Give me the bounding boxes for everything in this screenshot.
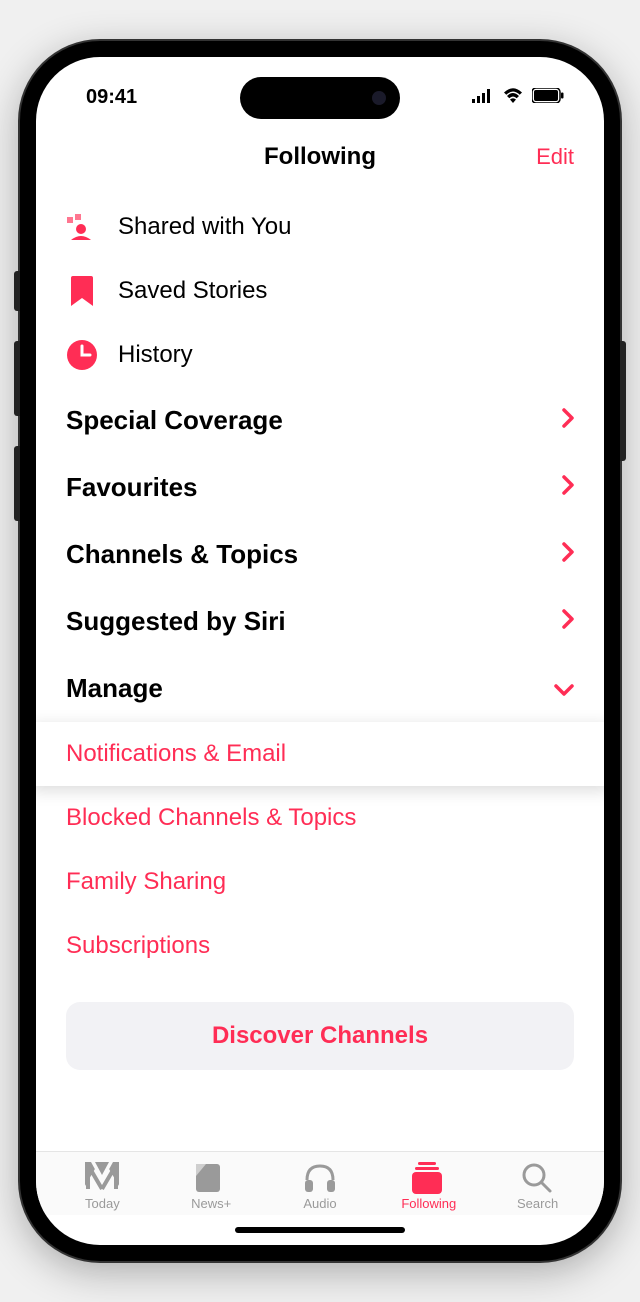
home-indicator[interactable]	[36, 1215, 604, 1245]
wifi-icon	[502, 86, 524, 109]
content: Shared with You Saved Stories History Sp…	[36, 195, 604, 1151]
bookmark-icon	[66, 275, 98, 307]
tab-label: Today	[85, 1196, 120, 1211]
section-suggested-by-siri[interactable]: Suggested by Siri	[36, 588, 604, 655]
edit-button[interactable]: Edit	[536, 144, 574, 170]
chevron-right-icon	[562, 475, 574, 501]
tab-label: Search	[517, 1196, 558, 1211]
section-manage[interactable]: Manage	[36, 655, 604, 722]
tab-bar: Today News+ Audio Following	[36, 1151, 604, 1215]
chevron-right-icon	[562, 609, 574, 635]
history-label: History	[118, 341, 574, 369]
manage-notifications-email[interactable]: Notifications & Email	[36, 722, 604, 786]
chevron-right-icon	[562, 542, 574, 568]
hw-buttons-left	[14, 271, 20, 551]
discover-channels-button[interactable]: Discover Channels	[66, 1002, 574, 1070]
tab-label: News+	[191, 1196, 231, 1211]
manage-item-label: Subscriptions	[66, 932, 210, 959]
manage-family-sharing[interactable]: Family Sharing	[36, 850, 604, 914]
tab-news-plus[interactable]: News+	[157, 1162, 266, 1211]
audio-icon	[303, 1162, 337, 1192]
tab-following[interactable]: Following	[374, 1162, 483, 1211]
page-title: Following	[264, 143, 376, 171]
tab-label: Following	[401, 1196, 456, 1211]
section-label: Suggested by Siri	[66, 606, 286, 637]
following-icon	[412, 1162, 446, 1192]
manage-item-label: Notifications & Email	[66, 740, 286, 767]
tab-audio[interactable]: Audio	[266, 1162, 375, 1211]
status-icons	[472, 86, 564, 109]
history-item[interactable]: History	[36, 323, 604, 387]
section-label: Special Coverage	[66, 405, 283, 436]
today-icon	[85, 1162, 119, 1192]
status-time: 09:41	[86, 86, 137, 109]
shared-with-you-item[interactable]: Shared with You	[36, 195, 604, 259]
tab-today[interactable]: Today	[48, 1162, 157, 1211]
discover-channels-label: Discover Channels	[212, 1022, 428, 1049]
section-channels-topics[interactable]: Channels & Topics	[36, 521, 604, 588]
chevron-down-icon	[554, 676, 574, 702]
news-plus-icon	[194, 1162, 228, 1192]
section-label: Manage	[66, 673, 163, 704]
manage-item-label: Family Sharing	[66, 868, 226, 895]
shared-with-you-label: Shared with You	[118, 213, 574, 241]
section-favourites[interactable]: Favourites	[36, 454, 604, 521]
manage-subscriptions[interactable]: Subscriptions	[36, 914, 604, 978]
manage-item-label: Blocked Channels & Topics	[66, 804, 356, 831]
cellular-icon	[472, 86, 494, 109]
tab-search[interactable]: Search	[483, 1162, 592, 1211]
search-icon	[521, 1162, 555, 1192]
header: Following Edit	[36, 127, 604, 195]
section-label: Favourites	[66, 472, 198, 503]
chevron-right-icon	[562, 408, 574, 434]
dynamic-island	[240, 77, 400, 119]
battery-icon	[532, 86, 564, 109]
tab-label: Audio	[303, 1196, 336, 1211]
saved-stories-label: Saved Stories	[118, 277, 574, 305]
hw-buttons-right	[620, 341, 626, 461]
section-special-coverage[interactable]: Special Coverage	[36, 387, 604, 454]
saved-stories-item[interactable]: Saved Stories	[36, 259, 604, 323]
device-frame: 09:41 Following Edit	[20, 41, 620, 1261]
history-icon	[66, 339, 98, 371]
section-label: Channels & Topics	[66, 539, 298, 570]
screen: 09:41 Following Edit	[36, 57, 604, 1245]
shared-icon	[66, 211, 98, 243]
manage-blocked-channels[interactable]: Blocked Channels & Topics	[36, 786, 604, 850]
